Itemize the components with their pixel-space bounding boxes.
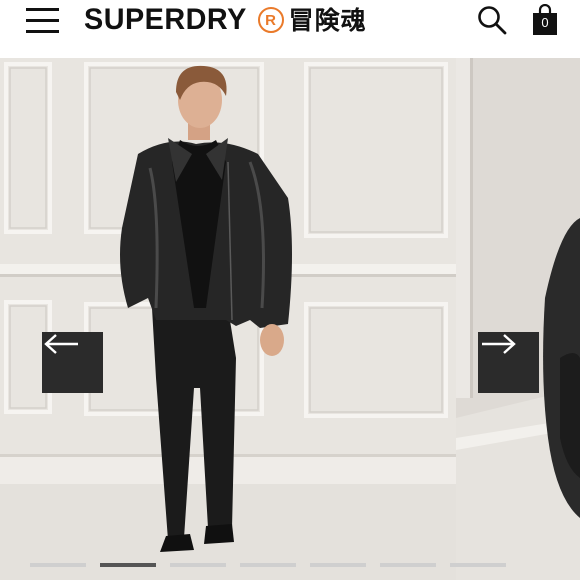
carousel-dot-active[interactable] — [100, 563, 156, 567]
carousel-dot[interactable] — [170, 563, 226, 567]
menu-line — [26, 8, 59, 11]
carousel-dot[interactable] — [450, 563, 506, 567]
carousel-next-button[interactable] — [478, 332, 539, 393]
carousel-dot[interactable] — [380, 563, 436, 567]
arrow-right-icon — [482, 334, 516, 354]
menu-icon[interactable] — [26, 6, 60, 36]
menu-line — [26, 30, 59, 33]
carousel-dot[interactable] — [240, 563, 296, 567]
carousel-dot[interactable] — [30, 563, 86, 567]
brand-japanese: 冒険魂 — [288, 5, 367, 35]
brand-name: SUPERDRY — [84, 3, 247, 36]
carousel-pager — [0, 563, 580, 569]
carousel-prev-button[interactable] — [42, 332, 103, 393]
hero-image — [0, 58, 580, 580]
carousel-dot[interactable] — [310, 563, 366, 567]
shopping-bag-button[interactable]: 0 — [532, 3, 558, 36]
menu-line — [26, 19, 59, 22]
hero-carousel[interactable] — [0, 58, 580, 580]
arrow-left-icon — [44, 334, 78, 354]
search-icon[interactable] — [476, 4, 508, 36]
registered-mark: R — [257, 7, 284, 33]
cart-count: 0 — [541, 15, 549, 30]
site-header: SUPERDRY R 冒険魂 0 — [0, 0, 580, 58]
brand-logo[interactable]: SUPERDRY R 冒険魂 — [84, 2, 367, 38]
